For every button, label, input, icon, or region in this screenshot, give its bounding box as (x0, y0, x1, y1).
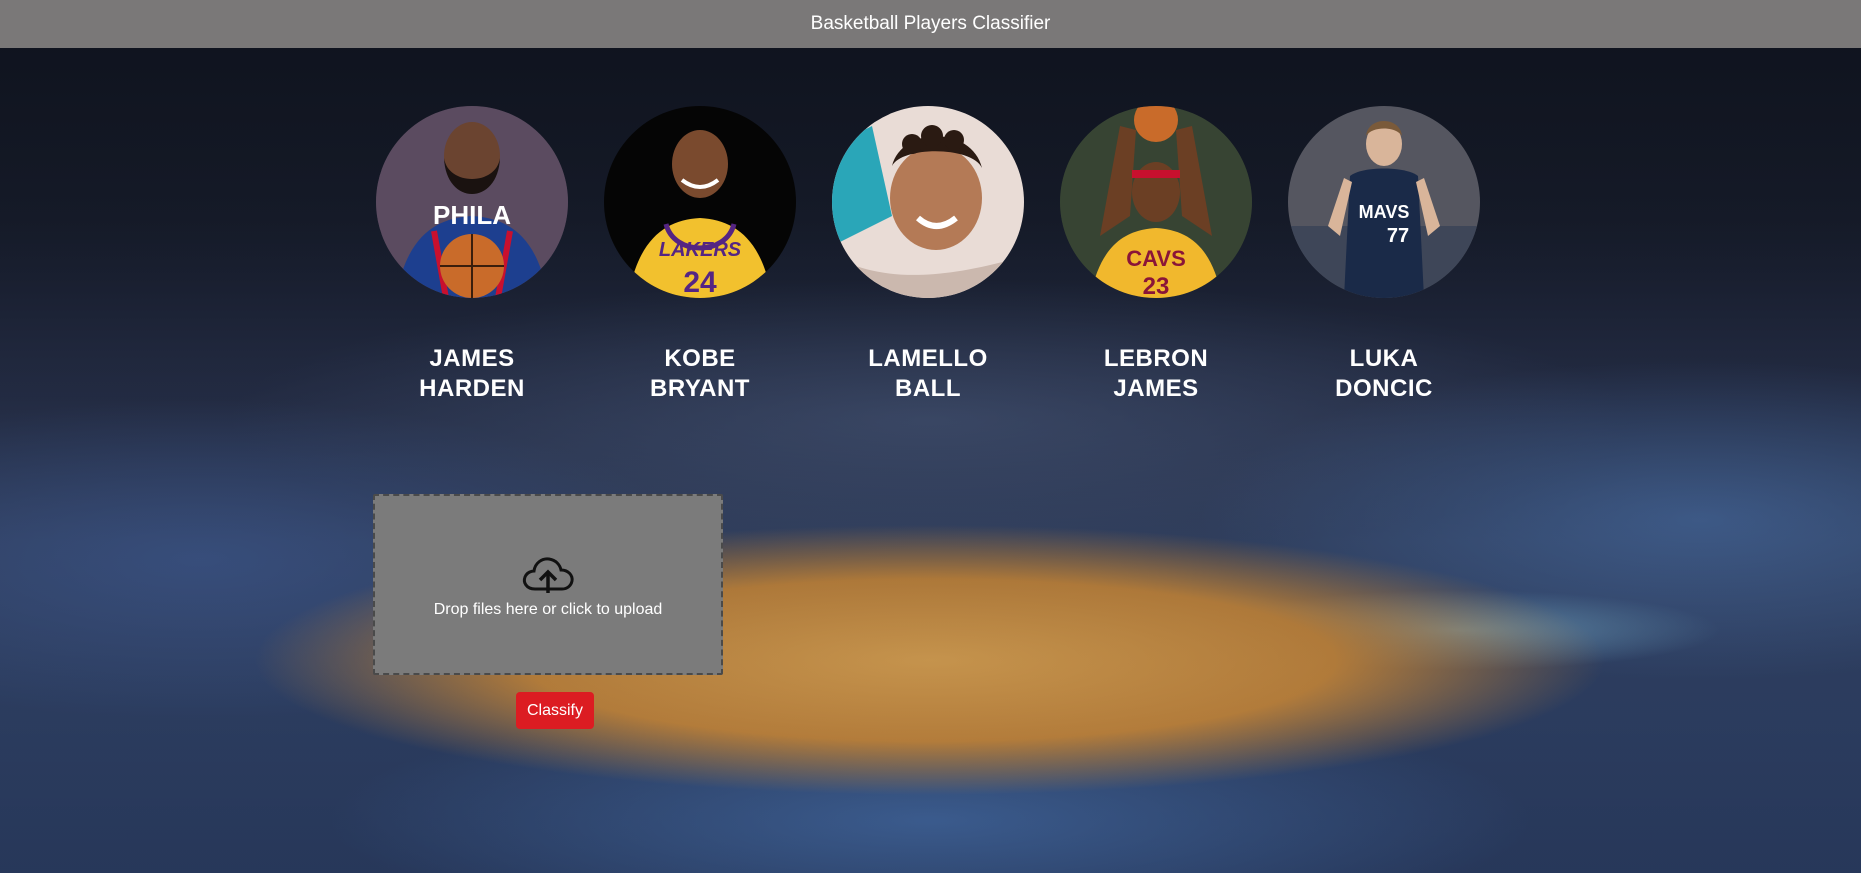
jersey-text: CAVS (1126, 246, 1186, 271)
player-card-luka-doncic: MAVS 77 LUKA DONCIC (1288, 106, 1480, 404)
jersey-text: PHILA (433, 200, 511, 230)
player-card-lamelo-ball: LAMELLO BALL (832, 106, 1024, 404)
cloud-upload-icon (522, 556, 574, 593)
player-name: LEBRON JAMES (1103, 345, 1209, 402)
file-dropzone[interactable]: Drop files here or click to upload (373, 494, 723, 675)
player-photo-james-harden: PHILA (376, 106, 568, 298)
player-photo-lamelo-ball (832, 106, 1024, 298)
player-photo-kobe-bryant: LAKERS 24 (604, 106, 796, 298)
player-name: LUKA DONCIC (1335, 345, 1433, 402)
jersey-text: MAVS (1359, 202, 1410, 222)
player-card-james-harden: PHILA JAMES HARDEN (376, 106, 568, 404)
player-name: JAMES HARDEN (419, 345, 525, 402)
svg-text:77: 77 (1387, 225, 1409, 247)
player-name: LAMELLO BALL (868, 345, 988, 402)
jersey-text: LAKERS (659, 239, 742, 261)
player-card-lebron-james: CAVS 23 LEBRON JAMES (1060, 106, 1252, 404)
svg-text:24: 24 (683, 266, 717, 298)
player-name: KOBE BRYANT (650, 345, 750, 402)
svg-text:23: 23 (1143, 273, 1170, 298)
player-photo-luka-doncic: MAVS 77 (1288, 106, 1480, 298)
player-photo-lebron-james: CAVS 23 (1060, 106, 1252, 298)
player-card-kobe-bryant: LAKERS 24 KOBE BRYANT (604, 106, 796, 404)
classify-button[interactable]: Classify (516, 692, 594, 729)
players-gallery: PHILA JAMESHARDEN LAKERS 24 KOBEBRYANT (0, 0, 1861, 420)
dropzone-text: Drop files here or click to upload (433, 600, 663, 618)
